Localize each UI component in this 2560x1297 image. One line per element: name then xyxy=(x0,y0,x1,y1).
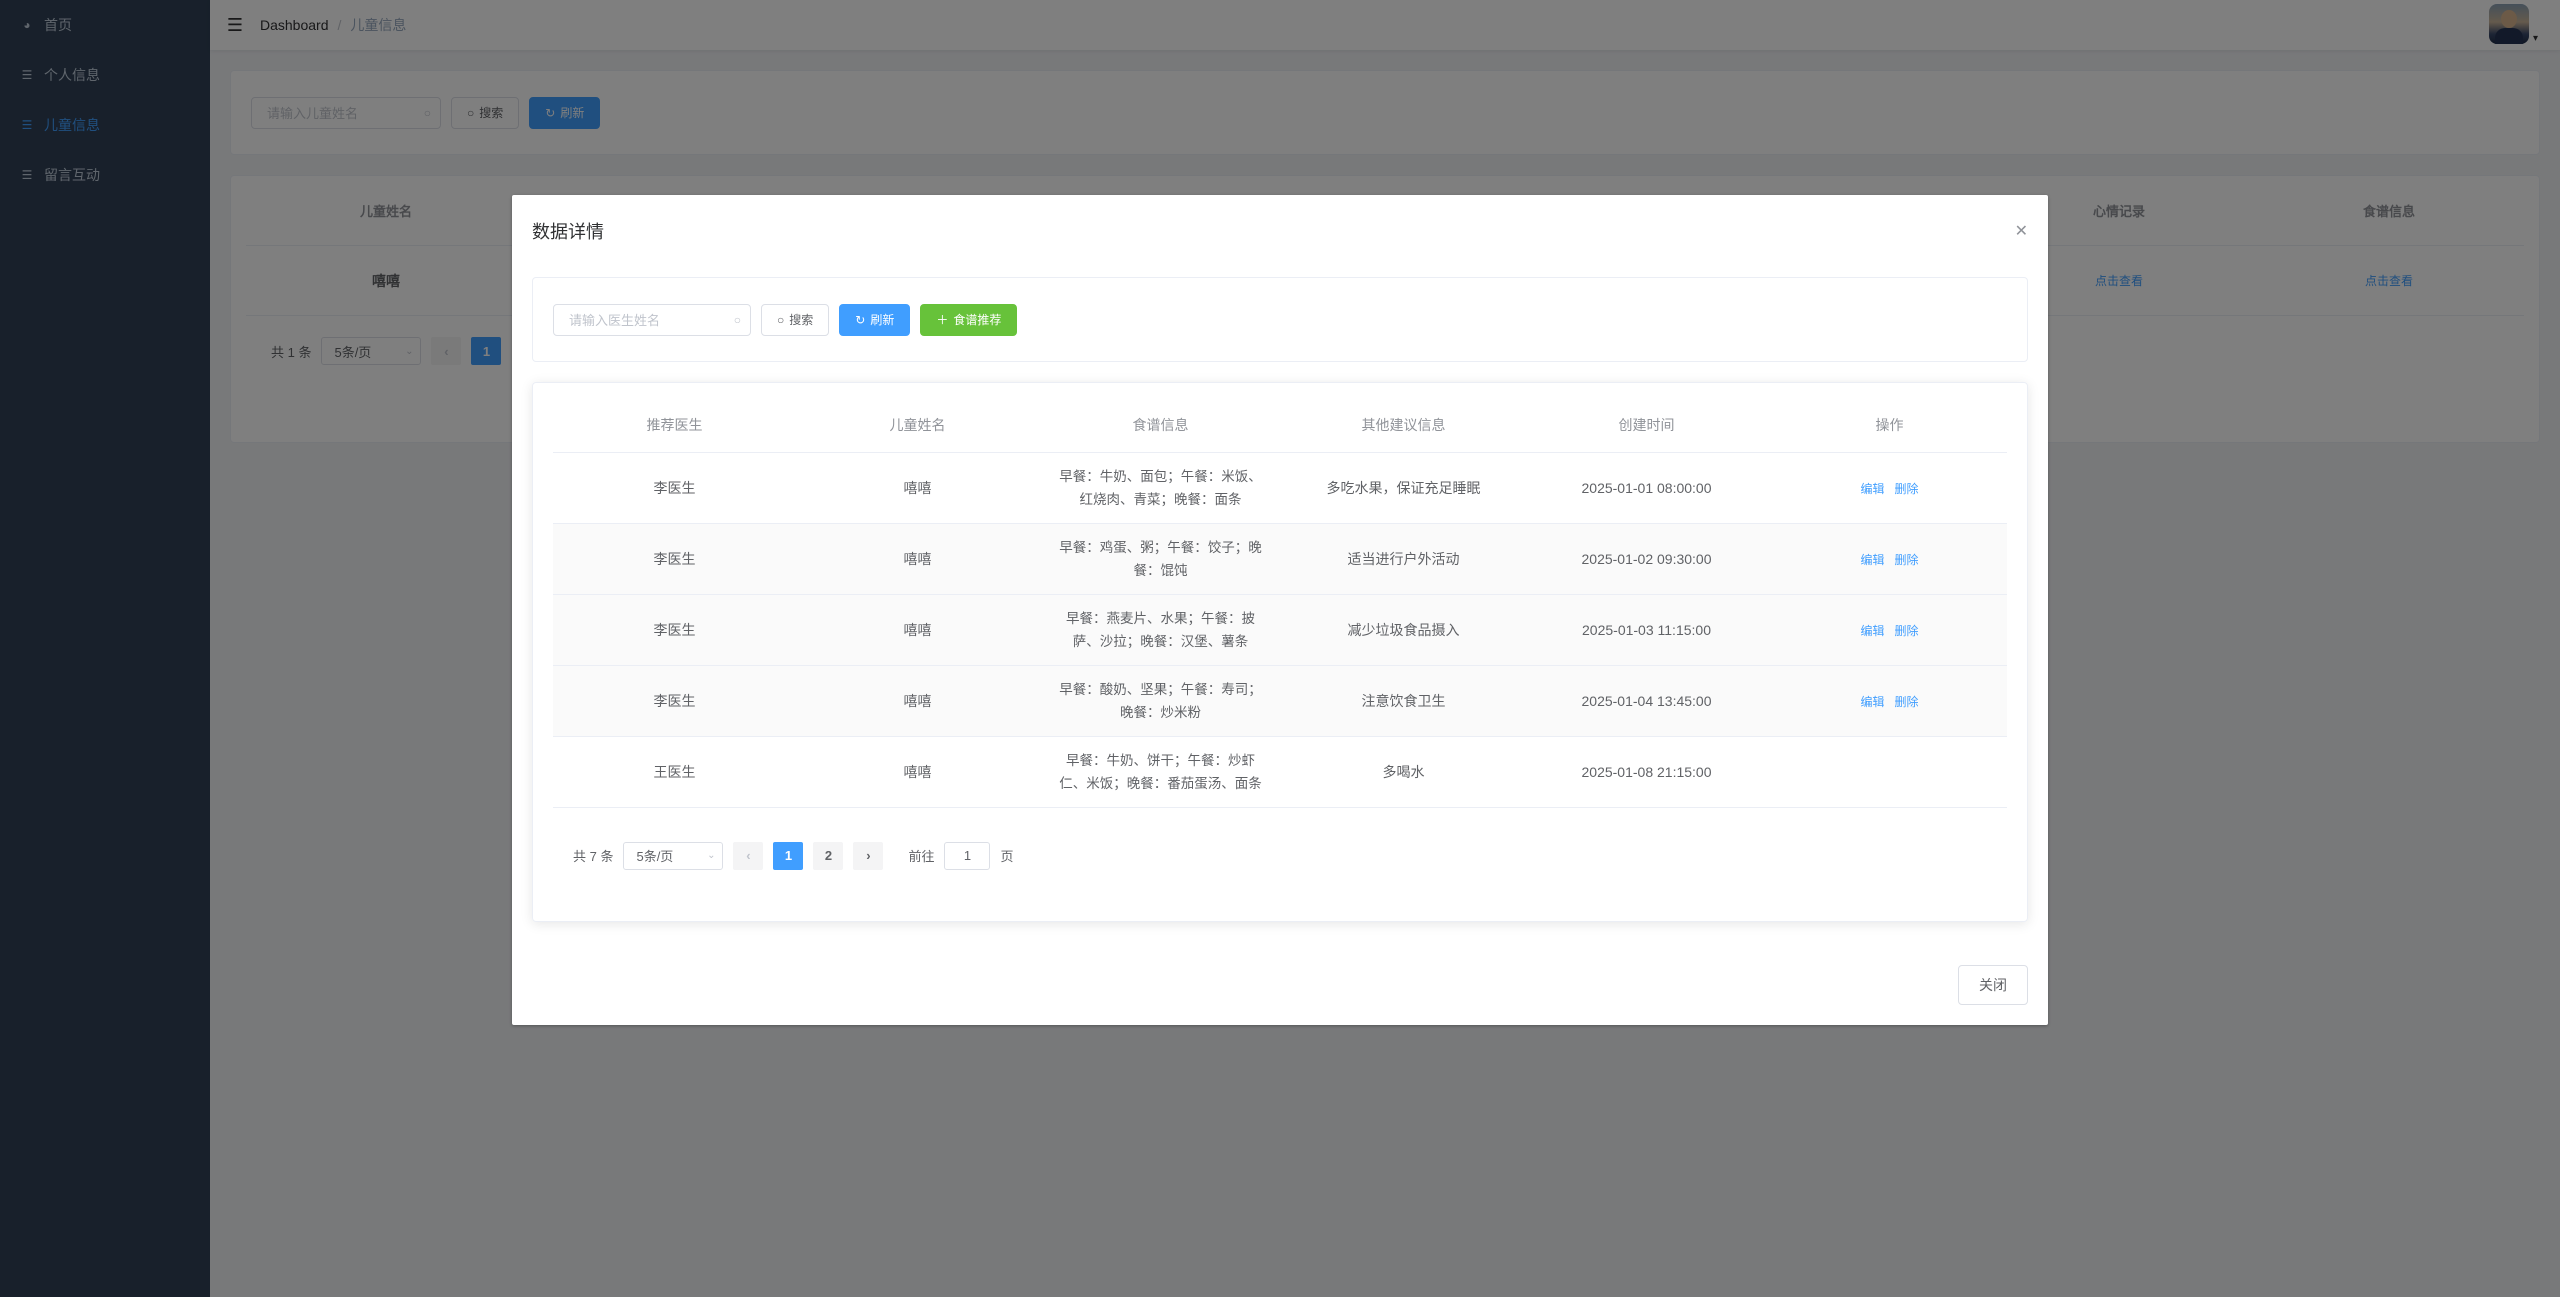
delete-link[interactable]: 删除 xyxy=(1895,480,1919,497)
doctor-name-search-input[interactable]: 请输入医生姓名 ○ xyxy=(553,303,751,336)
delete-link[interactable]: 删除 xyxy=(1895,551,1919,568)
actions-cell: 编辑 删除 xyxy=(1768,551,2011,568)
page-jump-input[interactable]: 1 xyxy=(944,841,991,870)
chevron-down-icon: ⌄ xyxy=(707,850,716,861)
page-number-button[interactable]: 2 xyxy=(813,841,844,870)
advice-cell: 注意饮食卫生 xyxy=(1361,693,1446,709)
dialog-refresh-button[interactable]: ↻ 刷新 xyxy=(839,303,911,336)
time-cell: 2025-01-03 11:15:00 xyxy=(1582,622,1711,638)
time-cell: 2025-01-01 08:00:00 xyxy=(1581,480,1712,496)
child-cell: 嘻嘻 xyxy=(903,622,932,638)
child-cell: 嘻嘻 xyxy=(903,551,932,567)
recipe-table-card: 推荐医生 儿童姓名 食谱信息 其他建议信息 创建时间 操作 李医生 嘻嘻 早餐：… xyxy=(532,382,2028,922)
data-detail-dialog: 数据详情 ✕ 请输入医生姓名 ○ ○ 搜索 ↻ 刷新 ＋ 食谱推荐 推荐医生 儿… xyxy=(512,195,2048,1025)
dialog-title: 数据详情 xyxy=(532,222,604,242)
recipe-cell: 早餐：酸奶、坚果；午餐：寿司；晚餐：炒米粉 xyxy=(1059,682,1262,720)
refresh-icon: ↻ xyxy=(855,312,866,327)
table-row: 李医生 嘻嘻 早餐：燕麦片、水果；午餐：披萨、沙拉；晚餐：汉堡、薯条 减少垃圾食… xyxy=(553,595,2007,666)
delete-link[interactable]: 删除 xyxy=(1895,622,1919,639)
time-cell: 2025-01-04 13:45:00 xyxy=(1581,693,1712,709)
column-header-recipe: 食谱信息 xyxy=(1132,417,1189,433)
column-header-actions: 操作 xyxy=(1875,417,1904,433)
child-cell: 嘻嘻 xyxy=(903,693,932,709)
dialog-body: 请输入医生姓名 ○ ○ 搜索 ↻ 刷新 ＋ 食谱推荐 推荐医生 儿童姓名 食谱信… xyxy=(512,257,2048,922)
dialog-header: 数据详情 ✕ xyxy=(512,195,2048,257)
doctor-cell: 李医生 xyxy=(653,693,696,709)
close-icon[interactable]: ✕ xyxy=(2015,221,2028,241)
advice-cell: 减少垃圾食品摄入 xyxy=(1347,622,1460,638)
table-row: 李医生 嘻嘻 早餐：酸奶、坚果；午餐：寿司；晚餐：炒米粉 注意饮食卫生 2025… xyxy=(553,666,2007,737)
column-header-doctor: 推荐医生 xyxy=(646,417,703,433)
page-number-button[interactable]: 1 xyxy=(773,841,804,870)
refresh-button-label: 刷新 xyxy=(870,313,895,327)
recipe-cell: 早餐：牛奶、饼干；午餐：炒虾仁、米饭；晚餐：番茄蛋汤、面条 xyxy=(1059,753,1262,791)
dialog-pagination: 共 7 条 5条/页 ⌄ ‹ 1 2 › 前往 1 页 xyxy=(553,808,2007,903)
page-size-select[interactable]: 5条/页 ⌄ xyxy=(623,841,724,870)
delete-link[interactable]: 删除 xyxy=(1895,693,1919,710)
table-header: 推荐医生 儿童姓名 食谱信息 其他建议信息 创建时间 操作 xyxy=(553,398,2007,453)
actions-cell: 编辑 删除 xyxy=(1768,693,2011,710)
column-header-advice: 其他建议信息 xyxy=(1361,417,1446,433)
recipe-cell: 早餐：鸡蛋、粥；午餐：饺子；晚餐：馄饨 xyxy=(1059,540,1262,578)
search-button-label: 搜索 xyxy=(789,313,814,327)
doctor-cell: 李医生 xyxy=(653,622,696,638)
close-button[interactable]: 关闭 xyxy=(1958,965,2028,1005)
goto-label: 前往 xyxy=(908,849,935,864)
dialog-search-card: 请输入医生姓名 ○ ○ 搜索 ↻ 刷新 ＋ 食谱推荐 xyxy=(532,277,2028,362)
search-icon: ○ xyxy=(777,312,785,327)
doctor-cell: 李医生 xyxy=(653,551,696,567)
edit-link[interactable]: 编辑 xyxy=(1860,693,1884,710)
advice-cell: 多吃水果，保证充足睡眠 xyxy=(1326,480,1481,496)
advice-cell: 适当进行户外活动 xyxy=(1347,551,1460,567)
doctor-cell: 李医生 xyxy=(653,480,696,496)
recommend-button-label: 食谱推荐 xyxy=(953,313,1002,327)
page-unit-label: 页 xyxy=(1000,849,1014,864)
actions-cell: 编辑 删除 xyxy=(1768,480,2011,497)
table-row: 李医生 嘻嘻 早餐：牛奶、面包；午餐：米饭、红烧肉、青菜；晚餐：面条 多吃水果，… xyxy=(553,453,2007,524)
edit-link[interactable]: 编辑 xyxy=(1860,480,1884,497)
actions-cell: 编辑 删除 xyxy=(1768,622,2011,639)
time-cell: 2025-01-08 21:15:00 xyxy=(1581,764,1712,780)
column-header-child: 儿童姓名 xyxy=(889,417,946,433)
prev-page-button[interactable]: ‹ xyxy=(733,841,764,870)
recipe-cell: 早餐：燕麦片、水果；午餐：披萨、沙拉；晚餐：汉堡、薯条 xyxy=(1066,611,1255,649)
search-placeholder: 请输入医生姓名 xyxy=(569,313,661,328)
plus-icon: ＋ xyxy=(936,313,949,327)
pagination-total: 共 7 条 xyxy=(573,849,614,864)
edit-link[interactable]: 编辑 xyxy=(1860,622,1884,639)
search-icon: ○ xyxy=(733,312,741,327)
dialog-search-button[interactable]: ○ 搜索 xyxy=(761,303,830,336)
dialog-footer: 关闭 xyxy=(1958,965,2028,1005)
time-cell: 2025-01-02 09:30:00 xyxy=(1581,551,1712,567)
page-size-value: 5条/页 xyxy=(636,849,674,864)
recipe-recommend-button[interactable]: ＋ 食谱推荐 xyxy=(920,303,1018,336)
child-cell: 嘻嘻 xyxy=(903,764,932,780)
advice-cell: 多喝水 xyxy=(1382,764,1425,780)
next-page-button[interactable]: › xyxy=(853,841,884,870)
table-row: 李医生 嘻嘻 早餐：鸡蛋、粥；午餐：饺子；晚餐：馄饨 适当进行户外活动 2025… xyxy=(553,524,2007,595)
table-row: 王医生 嘻嘻 早餐：牛奶、饼干；午餐：炒虾仁、米饭；晚餐：番茄蛋汤、面条 多喝水… xyxy=(553,737,2007,808)
child-cell: 嘻嘻 xyxy=(903,480,932,496)
doctor-cell: 王医生 xyxy=(653,764,696,780)
recipe-cell: 早餐：牛奶、面包；午餐：米饭、红烧肉、青菜；晚餐：面条 xyxy=(1059,469,1262,507)
column-header-time: 创建时间 xyxy=(1618,417,1675,433)
edit-link[interactable]: 编辑 xyxy=(1860,551,1884,568)
